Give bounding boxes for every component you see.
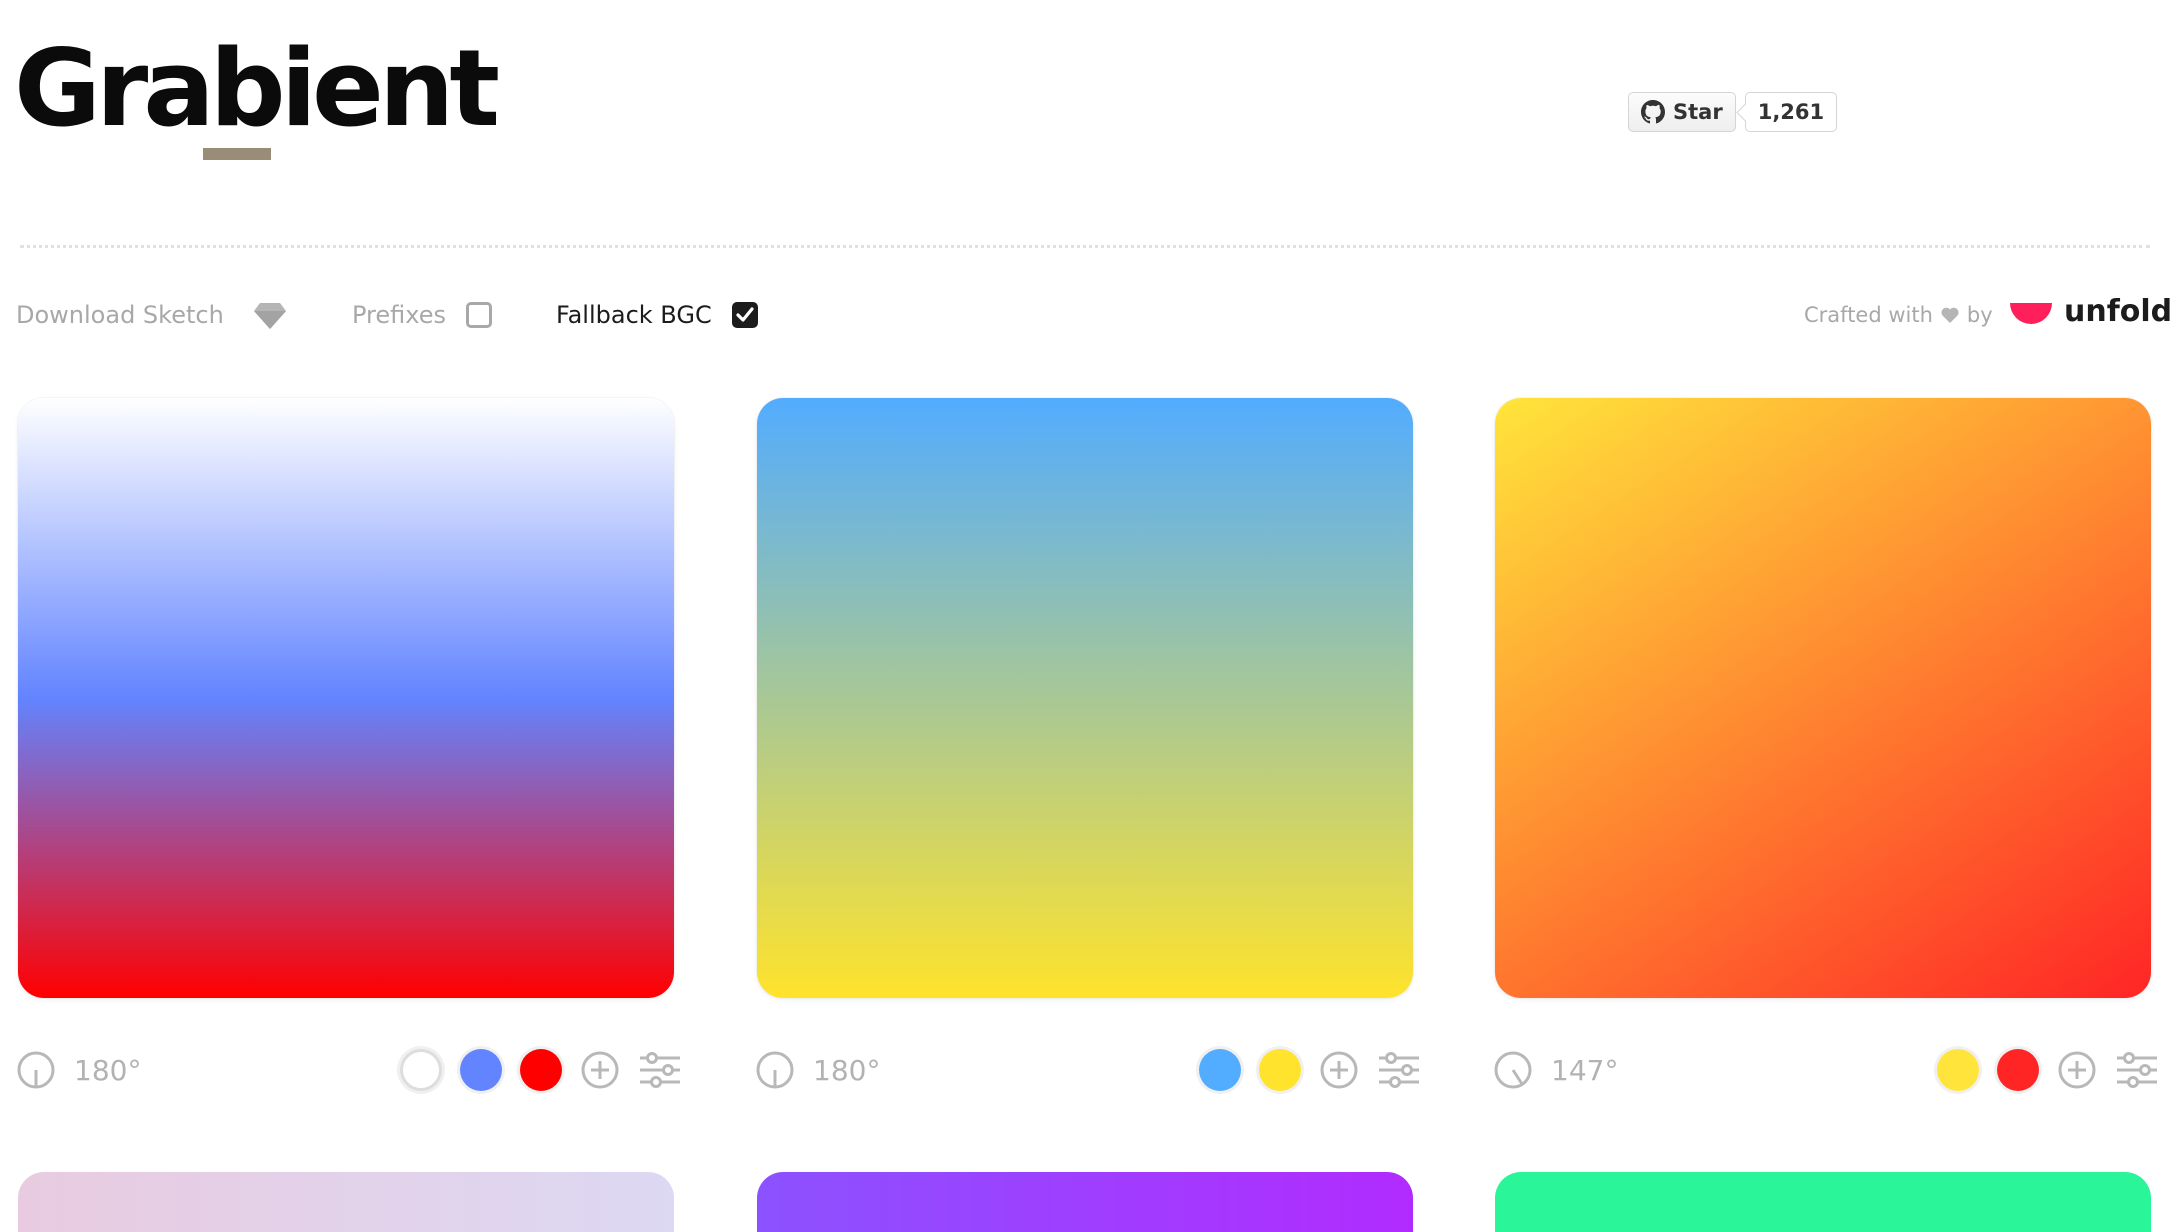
unfold-brand-name: unfold [2064,293,2173,329]
sliders-icon [2117,1052,2157,1088]
color-stop-swatch[interactable] [1997,1049,2039,1091]
plus-circle-icon [2058,1051,2096,1089]
settings-sliders-button[interactable] [638,1050,682,1090]
plus-circle-icon [1320,1051,1358,1089]
plus-circle-icon [581,1051,619,1089]
gradient-card-3[interactable] [1495,398,2151,998]
add-color-button[interactable] [580,1050,620,1090]
prefixes-checkbox[interactable] [466,302,493,328]
angle-value: 147° [1551,1053,1619,1087]
color-stop-swatch[interactable] [460,1049,502,1091]
github-star-count[interactable]: 1,261 [1744,92,1838,132]
angle-value: 180° [74,1053,142,1087]
color-stops [400,1049,682,1091]
prefixes-toggle[interactable]: Prefixes [352,298,493,332]
angle-control[interactable]: 147° [1493,1050,1618,1090]
header-divider [20,245,2150,248]
checkmark-icon [736,307,754,322]
color-stop-swatch[interactable] [1199,1049,1241,1091]
github-star-widget: Star 1,261 [1628,92,1838,132]
unfold-brand-link[interactable]: unfold [2010,290,2172,332]
color-stop-swatch[interactable] [1937,1049,1979,1091]
unfold-logo-icon [2010,303,2052,324]
angle-value: 180° [813,1053,881,1087]
prefixes-label: Prefixes [352,301,447,329]
angle-dial-icon [756,1051,794,1089]
logo-underline-accent [203,148,271,160]
logo[interactable]: Grabient [14,36,500,142]
fallback-bgc-label: Fallback BGC [556,301,712,329]
add-color-button[interactable] [2057,1050,2097,1090]
grabient-page: Grabient Star 1,261 Download Sketch Pref… [0,0,2180,1232]
angle-control[interactable]: 180° [16,1050,141,1090]
fallback-bgc-checkbox[interactable] [731,302,758,328]
sliders-icon [640,1052,680,1088]
color-stops [1937,1049,2159,1091]
gradient-card-5[interactable] [757,1172,1413,1232]
gradient-controls-2: 180° [755,1048,1421,1092]
settings-sliders-button[interactable] [2115,1050,2159,1090]
crafted-suffix: by [1966,303,1993,327]
color-stops [1199,1049,1421,1091]
add-color-button[interactable] [1319,1050,1359,1090]
angle-dial-icon [17,1051,55,1089]
gradient-controls-1: 180° [16,1048,682,1092]
angle-dial-icon [1494,1051,1532,1089]
settings-sliders-button[interactable] [1377,1050,1421,1090]
gradient-card-6[interactable] [1495,1172,2151,1232]
gradient-card-2[interactable] [757,398,1413,998]
crafted-prefix: Crafted with [1804,303,1933,327]
gradient-card-1[interactable] [18,398,674,998]
download-sketch-button[interactable]: Download Sketch [16,298,286,332]
github-star-button[interactable]: Star [1628,92,1736,132]
sketch-diamond-icon [253,303,286,329]
fallback-bgc-toggle[interactable]: Fallback BGC [556,298,758,332]
gradient-controls-3: 147° [1493,1048,2159,1092]
crafted-credit: Crafted with by [1804,298,1993,332]
color-stop-swatch[interactable] [1259,1049,1301,1091]
heart-icon [1941,307,1959,323]
github-icon [1641,100,1665,124]
github-star-label: Star [1673,100,1723,124]
angle-control[interactable]: 180° [755,1050,880,1090]
gradient-card-4[interactable] [18,1172,674,1232]
sliders-icon [1379,1052,1419,1088]
color-stop-swatch[interactable] [400,1049,442,1091]
download-sketch-label: Download Sketch [16,301,224,329]
color-stop-swatch[interactable] [520,1049,562,1091]
